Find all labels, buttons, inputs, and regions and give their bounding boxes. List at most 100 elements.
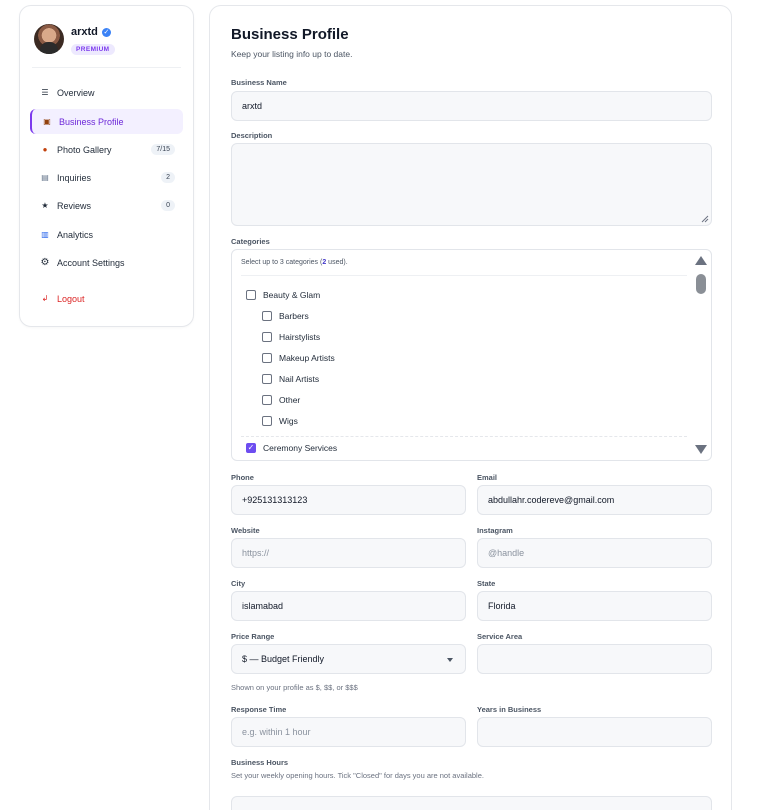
categories-hint-prefix: Select up to 3 categories ( (241, 259, 323, 266)
username: arxtd (71, 26, 98, 38)
categories-divider (241, 275, 687, 276)
years-in-business-input[interactable] (477, 717, 712, 747)
sidebar-item-analytics[interactable]: ▥ Analytics (30, 222, 183, 247)
service-area-label: Service Area (477, 632, 523, 641)
category-wigs[interactable]: Wigs (262, 416, 298, 426)
checkbox[interactable] (262, 395, 272, 405)
checkbox[interactable] (262, 353, 272, 363)
reviews-count-badge: 0 (161, 200, 175, 211)
checkbox[interactable] (246, 290, 256, 300)
sidebar-item-overview[interactable]: ☰ Overview (30, 80, 183, 105)
business-hours-label: Business Hours (231, 758, 289, 767)
category-label: Beauty & Glam (263, 290, 321, 300)
sidebar-item-label: Analytics (57, 229, 94, 240)
categories-list[interactable]: Select up to 3 categories (2 used). Beau… (231, 249, 712, 461)
sidebar-item-account-settings[interactable]: ⚙ Account Settings (30, 250, 183, 275)
category-label: Hairstylists (279, 332, 321, 342)
checkbox[interactable] (262, 416, 272, 426)
response-time-input[interactable]: e.g. within 1 hour (231, 717, 466, 747)
scroll-up-arrow-icon[interactable] (695, 256, 707, 265)
photo-icon: ● (42, 145, 48, 154)
star-icon: ★ (41, 201, 49, 210)
category-label: Ceremony Services (263, 443, 338, 453)
sidebar-item-business-profile[interactable]: ▣ Business Profile (30, 109, 183, 134)
city-label: City (231, 579, 246, 588)
sidebar-item-label: Reviews (57, 200, 92, 211)
description-textarea[interactable] (231, 143, 712, 226)
category-label: Makeup Artists (279, 353, 335, 363)
gear-icon: ⚙ (40, 257, 50, 268)
category-label: Other (279, 395, 301, 405)
briefcase-icon: ▣ (43, 117, 51, 126)
business-name-input[interactable]: arxtd (231, 91, 712, 121)
phone-input[interactable]: +925131313123 (231, 485, 466, 515)
category-hairstylists[interactable]: Hairstylists (262, 332, 320, 342)
category-nail-artists[interactable]: Nail Artists (262, 374, 319, 384)
sidebar-item-photo-gallery[interactable]: ● Photo Gallery 7/15 (30, 137, 183, 162)
sidebar-item-label: Account Settings (57, 257, 125, 268)
description-label: Description (231, 131, 273, 140)
city-input[interactable]: islamabad (231, 591, 466, 621)
business-hours-hint: Set your weekly opening hours. Tick "Clo… (231, 771, 484, 780)
instagram-input[interactable]: @handle (477, 538, 712, 568)
state-input[interactable]: Florida (477, 591, 712, 621)
category-barbers[interactable]: Barbers (262, 311, 309, 321)
price-range-hint: Shown on your profile as $, $$, or $$$ (231, 683, 358, 692)
sidebar-item-label: Logout (57, 293, 85, 304)
page-subtitle: Keep your listing info up to date. (231, 49, 353, 59)
sidebar-item-inquiries[interactable]: ▤ Inquiries 2 (30, 165, 183, 190)
category-label: Nail Artists (279, 374, 320, 384)
price-range-value: $ — Budget Friendly (242, 654, 325, 664)
list-icon: ☰ (41, 88, 49, 97)
phone-label: Phone (231, 473, 254, 482)
scroll-down-arrow-icon[interactable] (695, 445, 707, 454)
scrollbar-thumb[interactable] (696, 274, 706, 294)
instagram-label: Instagram (477, 526, 513, 535)
website-input[interactable]: https:// (231, 538, 466, 568)
price-range-label: Price Range (231, 632, 275, 641)
business-hours-panel (231, 796, 712, 810)
category-ceremony-services[interactable]: ✓ Ceremony Services (246, 443, 337, 453)
service-area-input[interactable] (477, 644, 712, 674)
email-input[interactable]: abdullahr.codereve@gmail.com (477, 485, 712, 515)
category-beauty-glam[interactable]: Beauty & Glam (246, 290, 320, 300)
state-label: State (477, 579, 496, 588)
category-label: Barbers (279, 311, 309, 321)
category-makeup-artists[interactable]: Makeup Artists (262, 353, 335, 363)
sidebar-item-logout[interactable]: ↲ Logout (30, 286, 183, 311)
resize-handle-icon[interactable] (701, 215, 709, 223)
profile-header: arxtd ✓ PREMIUM (34, 24, 115, 56)
sidebar: arxtd ✓ PREMIUM ☰ Overview ▣ Business Pr… (19, 5, 194, 327)
sidebar-item-label: Overview (57, 87, 95, 98)
avatar[interactable] (34, 24, 64, 54)
premium-badge: PREMIUM (71, 44, 115, 55)
photo-count-badge: 7/15 (151, 144, 175, 155)
sidebar-item-label: Photo Gallery (57, 144, 112, 155)
logout-icon: ↲ (41, 294, 49, 303)
email-label: Email (477, 473, 498, 482)
chart-icon: ▥ (41, 230, 49, 239)
response-time-label: Response Time (231, 705, 287, 714)
business-name-label: Business Name (231, 78, 287, 87)
price-range-select[interactable]: $ — Budget Friendly (231, 644, 466, 674)
inbox-icon: ▤ (41, 173, 49, 182)
checkbox-checked[interactable]: ✓ (246, 443, 256, 453)
page-title: Business Profile (231, 26, 349, 43)
checkbox[interactable] (262, 311, 272, 321)
category-label: Wigs (279, 416, 298, 426)
sidebar-item-label: Business Profile (59, 116, 124, 127)
categories-hint: Select up to 3 categories (2 used). (241, 259, 348, 266)
categories-group-divider (241, 436, 687, 437)
website-label: Website (231, 526, 260, 535)
sidebar-item-label: Inquiries (57, 172, 92, 183)
inquiries-count-badge: 2 (161, 172, 175, 183)
years-in-business-label: Years in Business (477, 705, 542, 714)
chevron-down-icon (447, 658, 453, 662)
sidebar-item-reviews[interactable]: ★ Reviews 0 (30, 193, 183, 218)
checkbox[interactable] (262, 374, 272, 384)
checkbox[interactable] (262, 332, 272, 342)
categories-hint-suffix: used). (326, 259, 348, 266)
business-profile-card: Business Profile Keep your listing info … (209, 5, 732, 810)
sidebar-divider (32, 67, 181, 68)
category-other[interactable]: Other (262, 395, 300, 405)
